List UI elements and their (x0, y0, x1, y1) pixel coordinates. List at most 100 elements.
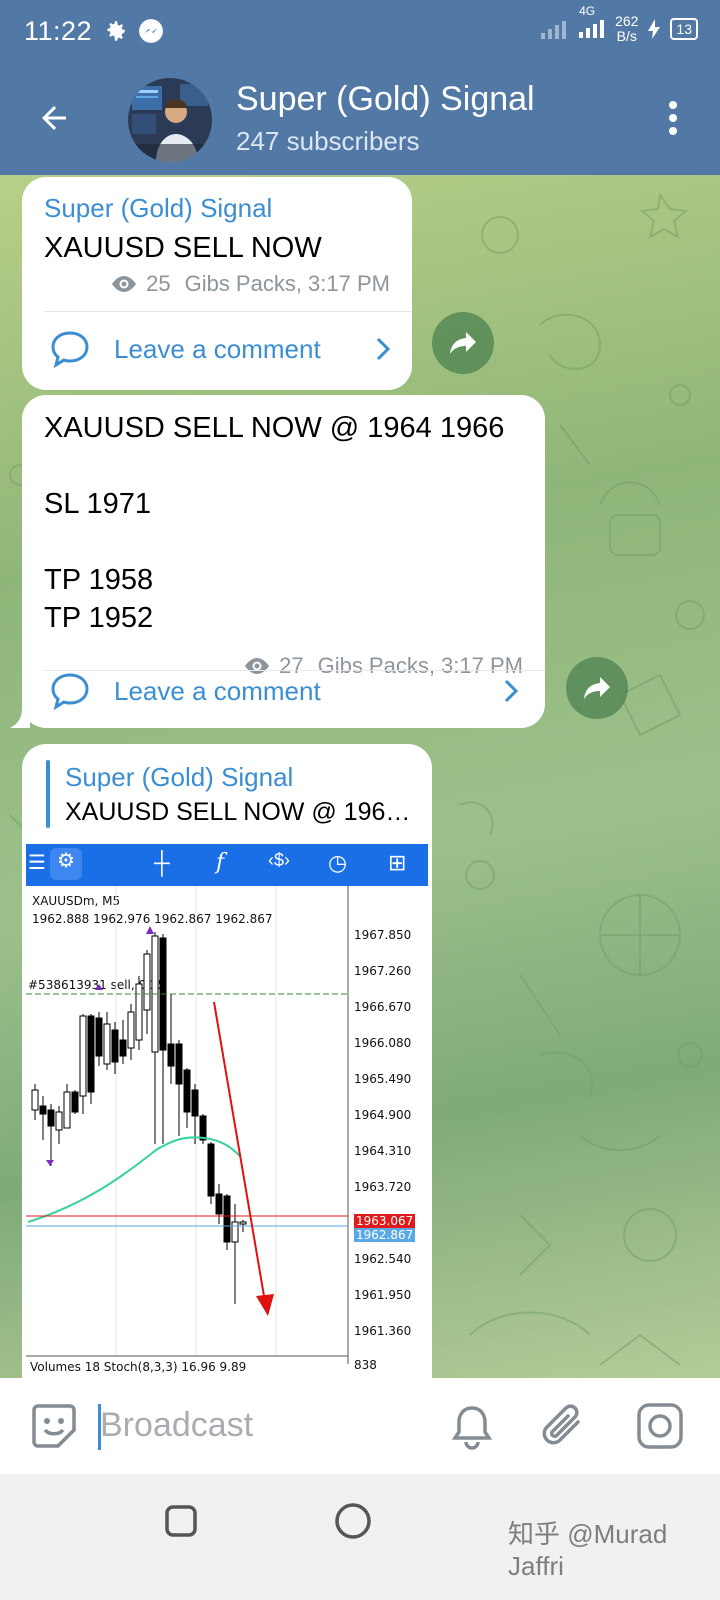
share-arrow-icon (584, 677, 610, 699)
candle-body (47, 1109, 55, 1127)
watermark: 知乎 @Murad Jaffri (508, 1519, 668, 1581)
price-tick: 1967.850 (354, 928, 412, 942)
network-speed: 262 B/s (615, 13, 639, 44)
share-arrow-icon (450, 332, 476, 354)
arrow-marker (95, 984, 103, 990)
more-options-icon[interactable] (668, 100, 678, 136)
attach-paperclip-icon[interactable] (542, 1402, 586, 1450)
candle-body (103, 1023, 111, 1065)
candle-body (231, 1221, 239, 1243)
down-arrow-line (213, 1001, 265, 1297)
arrow-marker (46, 1160, 54, 1166)
reply-quote-bar (46, 760, 50, 828)
channel-header: Super (Gold) Signal 247 subscribers (0, 62, 720, 175)
candle-body (183, 1069, 191, 1113)
indicator-label: Volumes 18 Stoch(8,3,3) 16.96 9.89 (30, 1360, 247, 1374)
price-tick: 1964.310 (354, 1144, 412, 1158)
channel-title[interactable]: Super (Gold) Signal (236, 80, 535, 119)
message-text: XAUUSD SELL NOW @ 1964 1966 SL 1971 TP 1… (44, 412, 505, 634)
status-left-icons (102, 18, 164, 44)
candle-body (167, 1043, 175, 1067)
price-tick: 1967.260 (354, 964, 412, 978)
channel-avatar[interactable] (128, 78, 212, 162)
leave-comment-button[interactable]: Leave a comment (50, 669, 518, 713)
candle-body (111, 1029, 119, 1063)
message-text: XAUUSD SELL NOW (44, 232, 322, 264)
status-bar: 11:22 4G 262 B/s 13 (0, 0, 720, 62)
camera-icon[interactable] (636, 1402, 684, 1450)
reply-sender[interactable]: Super (Gold) Signal (65, 762, 293, 793)
candle-body (199, 1115, 207, 1141)
comment-label: Leave a comment (114, 333, 321, 364)
chevron-right-icon (376, 337, 390, 361)
trader-photo (128, 78, 212, 162)
status-time: 11:22 (24, 16, 93, 46)
candle-body (135, 983, 143, 1041)
bubble-divider (44, 311, 412, 312)
charging-icon (648, 19, 661, 39)
candle-body (55, 1111, 63, 1131)
network-type: 4G (579, 3, 596, 18)
recent-apps-button[interactable] (164, 1504, 198, 1538)
price-tick: 1962.867 (354, 1228, 416, 1242)
system-nav-bar: 知乎 @Murad Jaffri (0, 1474, 720, 1600)
candle-body (207, 1143, 215, 1197)
bubble-tail (10, 708, 30, 728)
share-button-2[interactable] (566, 657, 628, 719)
chevron-right-icon (504, 679, 518, 703)
candle-body (239, 1221, 247, 1225)
down-arrow-head (256, 1294, 274, 1316)
reply-text[interactable]: XAUUSD SELL NOW @ 196… (65, 798, 417, 827)
candle-body (223, 1195, 231, 1243)
share-button-1[interactable] (432, 312, 494, 374)
notification-bell-icon[interactable] (452, 1404, 492, 1450)
candle-body (95, 1017, 103, 1057)
candle-body (215, 1193, 223, 1215)
candle-body (71, 1091, 79, 1113)
subscriber-count: 247 subscribers (236, 126, 420, 156)
candle-body (175, 1043, 183, 1085)
candle-body (39, 1105, 47, 1115)
candle-body (87, 1015, 95, 1093)
message-sender[interactable]: Super (Gold) Signal (44, 193, 272, 224)
candle-body (31, 1089, 39, 1111)
candle-body (143, 953, 151, 1011)
message-meta: 25 Gibs Packs, 3:17 PM (110, 271, 390, 297)
candle-body (191, 1089, 199, 1117)
candle-body (63, 1091, 71, 1129)
gear-icon (107, 21, 125, 41)
view-count: 25 (146, 271, 171, 296)
candle-body (127, 1011, 135, 1049)
message-input-bar: Broadcast (0, 1378, 720, 1474)
messenger-icon (139, 19, 163, 43)
candle-body (119, 1039, 127, 1057)
message-bubble-2[interactable]: XAUUSD SELL NOW @ 1964 1966 SL 1971 TP 1… (22, 395, 545, 728)
comment-bubble-icon (51, 673, 89, 710)
leave-comment-button[interactable]: Leave a comment (50, 327, 390, 371)
price-tick: 1963.720 (354, 1180, 412, 1194)
price-tick: 1963.067 (354, 1214, 416, 1228)
price-tick: 1966.670 (354, 1000, 412, 1014)
candle-body (79, 1015, 87, 1097)
battery-indicator: 13 (670, 18, 698, 40)
price-tick: 1961.950 (354, 1288, 412, 1302)
chart-screenshot[interactable]: ☰ ⚙ ┼ f ‹$› ◷ ⊞ XAUUSDm, M5 1962.888 196… (26, 844, 428, 1379)
signal-4g-icon (579, 19, 605, 38)
price-tick: 1961.360 (354, 1324, 412, 1338)
status-right: 4G 262 B/s 13 (539, 4, 698, 44)
author-time: Gibs Packs, 3:17 PM (184, 271, 390, 296)
comment-bubble-icon (51, 331, 89, 368)
comment-label: Leave a comment (114, 675, 321, 706)
broadcast-input[interactable]: Broadcast (100, 1406, 253, 1445)
signal-icon (541, 21, 567, 39)
price-tick: 1965.490 (354, 1072, 412, 1086)
back-arrow-icon[interactable] (36, 100, 72, 136)
home-button[interactable] (334, 1502, 372, 1540)
price-tick: 1964.900 (354, 1108, 412, 1122)
price-tick: 1962.540 (354, 1252, 412, 1266)
indicator-value: 838 (354, 1358, 377, 1372)
chat-area[interactable]: Super (Gold) Signal XAUUSD SELL NOW 25 G… (0, 175, 720, 1405)
message-bubble-1[interactable]: Super (Gold) Signal XAUUSD SELL NOW 25 G… (22, 177, 412, 390)
message-bubble-3[interactable]: Super (Gold) Signal XAUUSD SELL NOW @ 19… (22, 744, 432, 1405)
sticker-icon[interactable] (30, 1402, 78, 1450)
